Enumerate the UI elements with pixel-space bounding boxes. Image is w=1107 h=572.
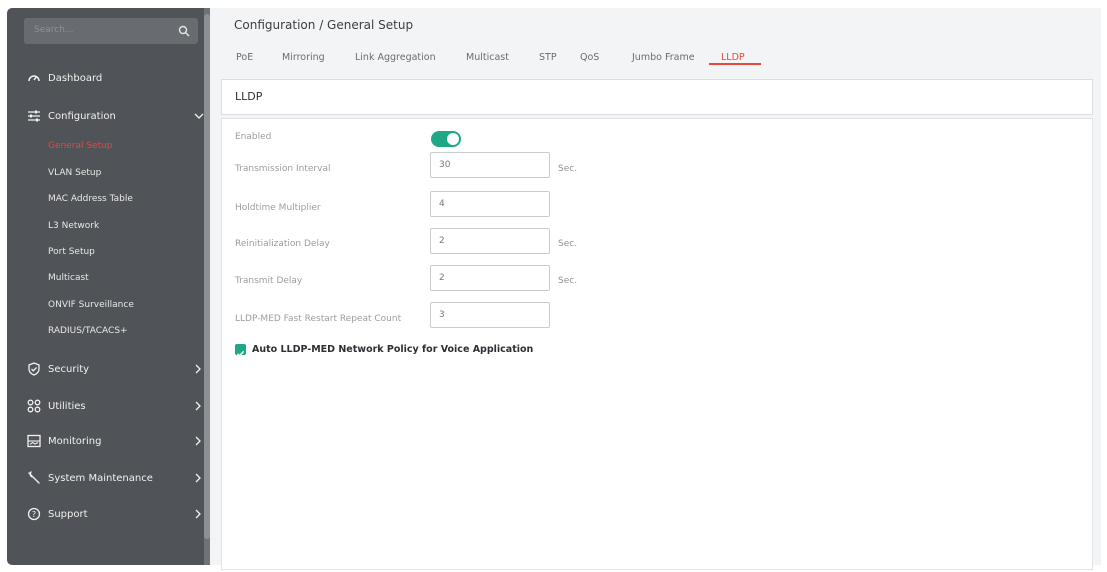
sidebar: Search... Dashboard Configuration Genera… — [7, 8, 210, 565]
sidebar-item-monitoring[interactable]: Monitoring — [7, 430, 204, 452]
sidebar-subitem-multicast[interactable]: Multicast — [48, 271, 89, 285]
svg-text:?: ? — [32, 510, 36, 519]
reinitialization-delay-input[interactable]: 2 — [430, 228, 550, 254]
sidebar-subitem-l3-network[interactable]: L3 Network — [48, 219, 99, 233]
sidebar-subitem-mac-address-table[interactable]: MAC Address Table — [48, 192, 133, 206]
tab-multicast[interactable]: Multicast — [466, 52, 509, 63]
chevron-right-icon — [195, 509, 201, 519]
tab-lldp[interactable]: LLDP — [721, 52, 745, 63]
enabled-label: Enabled — [235, 132, 272, 142]
chevron-right-icon — [195, 401, 201, 411]
reinitialization-delay-unit: Sec. — [558, 239, 578, 249]
chevron-right-icon — [195, 473, 201, 483]
sidebar-item-configuration[interactable]: Configuration — [7, 105, 204, 127]
tab-jumbo-frame[interactable]: Jumbo Frame — [632, 52, 695, 63]
sidebar-subitem-vlan-setup[interactable]: VLAN Setup — [48, 166, 101, 180]
sidebar-item-utilities[interactable]: Utilities — [7, 395, 204, 417]
transmit-delay-label: Transmit Delay — [235, 276, 303, 286]
sidebar-subitem-radius-tacacs[interactable]: RADIUS/TACACS+ — [48, 324, 128, 338]
chevron-right-icon — [195, 364, 201, 374]
auto-policy-label: Auto LLDP-MED Network Policy for Voice A… — [252, 344, 534, 355]
lldp-form: Enabled Transmission Interval 30 Sec. Ho… — [221, 118, 1093, 570]
sidebar-item-system-maintenance[interactable]: System Maintenance — [7, 467, 204, 489]
transmit-delay-input[interactable]: 2 — [430, 265, 550, 291]
sidebar-item-support[interactable]: ? Support — [7, 503, 204, 525]
dashboard-icon — [27, 71, 41, 85]
section-header: LLDP — [221, 79, 1093, 115]
sliders-icon — [27, 109, 41, 123]
toggle-knob — [447, 133, 459, 145]
help-circle-icon: ? — [27, 507, 41, 521]
auto-policy-checkbox[interactable] — [235, 344, 246, 357]
sidebar-item-label: Configuration — [48, 110, 116, 122]
search-box[interactable]: Search... — [24, 18, 198, 44]
check-icon — [236, 350, 245, 357]
fast-restart-repeat-count-label: LLDP-MED Fast Restart Repeat Count — [235, 314, 402, 324]
sidebar-item-label: System Maintenance — [48, 472, 153, 484]
sidebar-subitem-general-setup[interactable]: General Setup — [48, 139, 113, 153]
chevron-down-icon — [194, 113, 204, 119]
transmit-delay-unit: Sec. — [558, 276, 578, 286]
auto-policy-option[interactable]: Auto LLDP-MED Network Policy for Voice A… — [235, 344, 534, 357]
tab-link-aggregation[interactable]: Link Aggregation — [355, 52, 436, 63]
active-tab-indicator — [709, 63, 761, 65]
shield-check-icon — [27, 362, 41, 376]
search-icon[interactable] — [178, 25, 190, 37]
sidebar-subitem-onvif-surveillance[interactable]: ONVIF Surveillance — [48, 298, 134, 312]
sidebar-item-label: Support — [48, 508, 88, 520]
fast-restart-repeat-count-input[interactable]: 3 — [430, 302, 550, 328]
sidebar-subitem-port-setup[interactable]: Port Setup — [48, 245, 95, 259]
sidebar-item-label: Utilities — [48, 400, 86, 412]
section-title: LLDP — [235, 90, 263, 103]
sidebar-item-label: Dashboard — [48, 72, 103, 84]
tab-qos[interactable]: QoS — [580, 52, 599, 63]
holdtime-multiplier-label: Holdtime Multiplier — [235, 203, 321, 213]
wrench-icon — [27, 471, 41, 485]
transmission-interval-input[interactable]: 30 — [430, 152, 550, 178]
sidebar-item-dashboard[interactable]: Dashboard — [7, 67, 204, 89]
tab-mirroring[interactable]: Mirroring — [282, 52, 325, 63]
enabled-toggle[interactable] — [431, 131, 461, 147]
transmission-interval-label: Transmission Interval — [235, 164, 331, 174]
monitor-chart-icon — [27, 434, 41, 448]
utilities-grid-icon — [27, 399, 41, 413]
sidebar-item-label: Monitoring — [48, 435, 102, 447]
sidebar-item-security[interactable]: Security — [7, 358, 204, 380]
breadcrumb: Configuration / General Setup — [234, 18, 414, 32]
holdtime-multiplier-input[interactable]: 4 — [430, 191, 550, 217]
sidebar-item-label: Security — [48, 363, 90, 375]
search-input[interactable]: Search... — [34, 25, 74, 35]
reinitialization-delay-label: Reinitialization Delay — [235, 239, 330, 249]
tab-poe[interactable]: PoE — [236, 52, 253, 63]
chevron-right-icon — [195, 436, 201, 446]
tab-stp[interactable]: STP — [539, 52, 557, 63]
transmission-interval-unit: Sec. — [558, 164, 578, 174]
